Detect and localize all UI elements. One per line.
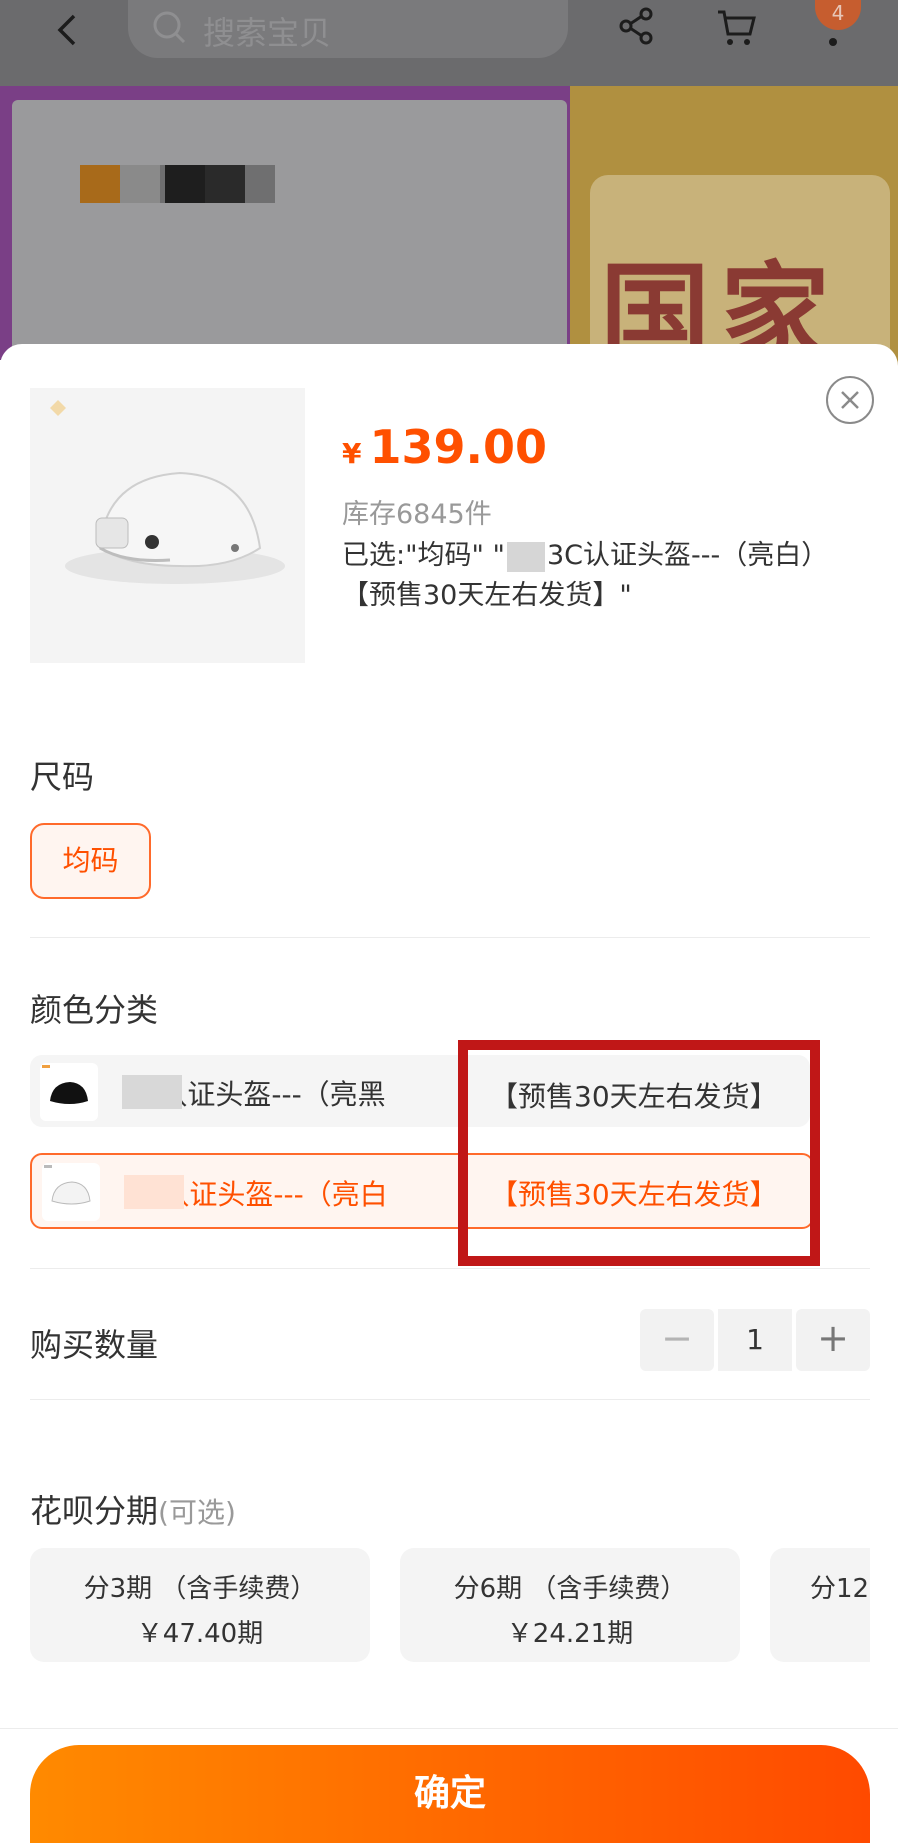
share-icon[interactable] (614, 4, 658, 48)
selected-summary: 已选:"均码" " 3C认证头盔---（亮白） 【预售30天左右发货】" (342, 536, 862, 616)
stock-text: 库存6845件 (342, 499, 492, 530)
redacted-text (506, 541, 545, 572)
search-icon (153, 11, 186, 44)
redacted-text (122, 1075, 182, 1109)
quantity-stepper: − 1 + (640, 1309, 870, 1371)
more-dots-icon[interactable] (818, 30, 848, 50)
installment-title: 花呗分期(可选) (30, 1486, 236, 1532)
decrement-button[interactable]: − (640, 1309, 714, 1371)
product-thumbnail[interactable] (30, 388, 305, 663)
white-helmet-icon (42, 1163, 100, 1221)
hero-banner-right: 国家 (570, 85, 898, 435)
quantity-title: 购买数量 (30, 1326, 159, 1364)
selected-line2: 【预售30天左右发货】" (342, 580, 632, 611)
plan-title: 分12 (810, 1574, 870, 1604)
divider (30, 1399, 870, 1400)
plan-amount: ￥24.21期 (506, 1619, 634, 1649)
search-placeholder: 搜索宝贝 (203, 14, 332, 52)
installment-plan-12[interactable]: 分12 (770, 1548, 870, 1662)
size-option-onesize[interactable]: 均码 (30, 823, 151, 899)
selected-line1b: 3C认证头盔---（亮白） (546, 540, 829, 571)
selected-line1: 已选:"均码" " (342, 540, 505, 571)
top-bar: 搜索宝贝 4 (0, 0, 898, 86)
redacted-text (124, 1175, 184, 1209)
confirm-button[interactable]: 确定 (30, 1745, 870, 1843)
price-currency: ¥ (342, 437, 362, 470)
cart-icon[interactable] (714, 4, 758, 48)
divider (30, 937, 870, 938)
quantity-value[interactable]: 1 (718, 1309, 792, 1371)
installment-title-text: 花呗分期 (30, 1492, 159, 1530)
installment-optional: (可选) (158, 1496, 236, 1529)
back-arrow-icon[interactable] (48, 10, 88, 50)
price-value: 139.00 (369, 420, 547, 474)
blurred-brand-logo (80, 165, 275, 203)
plan-title: 分3期 （含手续费） (83, 1574, 317, 1604)
divider (0, 1728, 898, 1729)
plan-title: 分6期 （含手续费） (453, 1574, 687, 1604)
installment-plan-3[interactable]: 分3期 （含手续费） ￥47.40期 (30, 1548, 370, 1662)
highlight-annotation-box (458, 1040, 820, 1266)
plan-amount: ￥47.40期 (136, 1619, 264, 1649)
color-title: 颜色分类 (30, 991, 159, 1029)
installment-plan-6[interactable]: 分6期 （含手续费） ￥24.21期 (400, 1548, 740, 1662)
white-helmet-image (50, 400, 285, 584)
close-icon[interactable] (826, 376, 874, 424)
increment-button[interactable]: + (796, 1309, 870, 1371)
price: ¥139.00 (342, 420, 547, 474)
search-bar[interactable]: 搜索宝贝 (128, 0, 568, 58)
black-helmet-icon (40, 1063, 98, 1121)
cart-badge: 4 (815, 0, 861, 30)
divider (30, 1268, 870, 1269)
installment-plans: 分3期 （含手续费） ￥47.40期 分6期 （含手续费） ￥24.21期 分1… (0, 1548, 870, 1668)
size-title: 尺码 (30, 758, 95, 796)
